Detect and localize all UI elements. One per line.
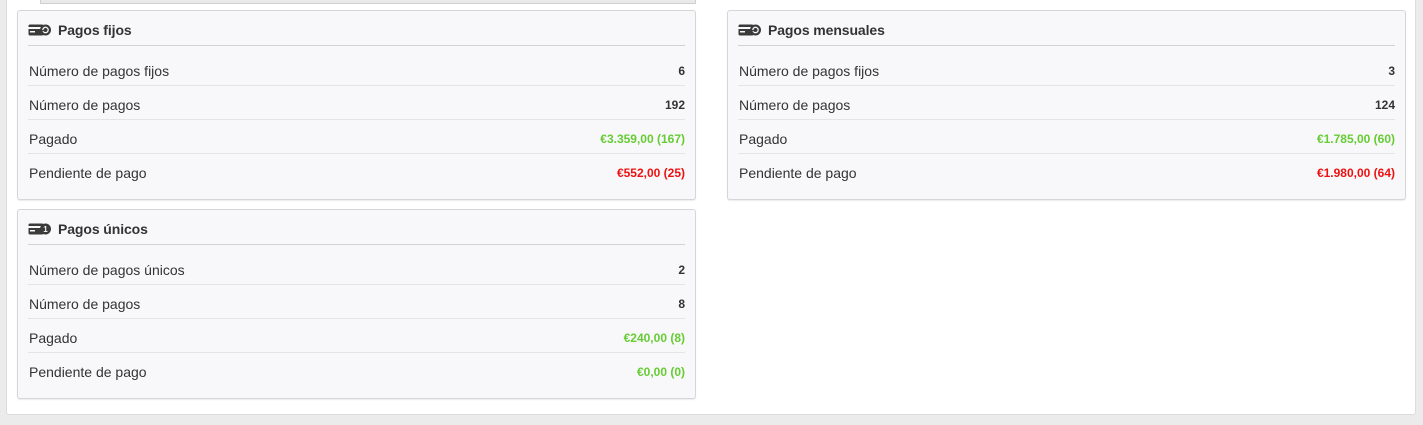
stat-label: Número de pagos [739,96,851,113]
stat-label: Pagado [739,130,788,147]
stat-label: Pagado [29,329,78,346]
paid-amount: €1.785,00 (60) [1316,131,1395,146]
stat-label: Número de pagos [29,96,141,113]
list-item: Pagado €240,00 (8) [28,319,685,353]
stat-value: 6 [678,63,685,78]
stat-label: Número de pagos fijos [29,62,170,79]
svg-text:1: 1 [43,225,48,234]
list-item: Número de pagos 8 [28,285,685,319]
dashboard-container: Pagos fijos Número de pagos fijos 6 Núme… [6,0,1416,415]
pending-amount: €552,00 (25) [616,166,685,180]
list-item: Pendiente de pago €0,00 (0) [28,353,685,387]
stat-label: Número de pagos únicos [29,261,185,278]
list-item: Número de pagos fijos 6 [28,52,685,86]
stat-value: 3 [1388,63,1395,78]
pending-amount: €0,00 (0) [636,365,685,379]
credit-card-recurring-icon [738,23,762,37]
stat-value: 192 [664,97,685,112]
stat-label: Número de pagos [29,295,141,312]
stats-list: Número de pagos únicos 2 Número de pagos… [28,245,685,387]
fixed-payments-panel: Pagos fijos Número de pagos fijos 6 Núme… [17,10,696,200]
stat-label: Pendiente de pago [29,364,147,380]
pending-amount: €1.980,00 (64) [1316,166,1395,180]
list-item: Pendiente de pago €1.980,00 (64) [738,154,1395,188]
top-panel-edge [40,0,696,4]
panel-title: Pagos fijos [58,21,132,38]
panel-title: Pagos únicos [58,220,148,237]
stats-list: Número de pagos fijos 6 Número de pagos … [28,46,685,188]
list-item: Pagado €1.785,00 (60) [738,120,1395,154]
stat-value: 8 [678,296,685,311]
panel-header: Pagos mensuales [738,11,1395,46]
panel-title: Pagos mensuales [768,21,885,38]
stat-label: Número de pagos fijos [739,62,880,79]
credit-card-recurring-icon [28,23,52,37]
stat-label: Pendiente de pago [739,165,857,181]
list-item: Pagado €3.359,00 (167) [28,120,685,154]
list-item: Pendiente de pago €552,00 (25) [28,154,685,188]
stats-list: Número de pagos fijos 3 Número de pagos … [738,46,1395,188]
paid-amount: €3.359,00 (167) [600,131,685,146]
stat-value: 124 [1374,97,1395,112]
credit-card-single-icon: 1 [28,222,52,236]
panel-header: Pagos fijos [28,11,685,46]
panel-header: 1 Pagos únicos [28,210,685,245]
single-payments-panel: 1 Pagos únicos Número de pagos únicos 2 … [17,209,696,399]
list-item: Número de pagos 192 [28,86,685,120]
list-item: Número de pagos únicos 2 [28,251,685,285]
stat-label: Pendiente de pago [29,165,147,181]
stat-value: 2 [678,262,685,277]
paid-amount: €240,00 (8) [623,330,685,345]
list-item: Número de pagos 124 [738,86,1395,120]
list-item: Número de pagos fijos 3 [738,52,1395,86]
monthly-payments-panel: Pagos mensuales Número de pagos fijos 3 … [727,10,1406,200]
stat-label: Pagado [29,130,78,147]
